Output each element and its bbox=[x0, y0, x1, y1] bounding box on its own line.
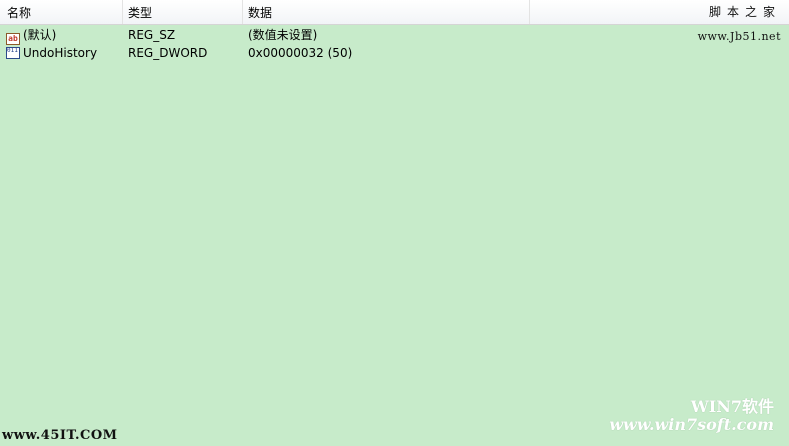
column-header-type[interactable]: 类型 bbox=[123, 0, 243, 24]
value-type: REG_DWORD bbox=[128, 46, 208, 60]
value-data: 0x00000032 (50) bbox=[248, 46, 353, 60]
watermark-45it: www.45IT.COM bbox=[2, 428, 118, 443]
column-header-name[interactable]: 名称 bbox=[0, 0, 123, 24]
watermark-win7soft-url: www.win7soft.com bbox=[609, 415, 774, 434]
watermark-win7soft: WIN7软件 www.win7soft.com bbox=[609, 398, 774, 434]
value-name-cell: 011 110UndoHistory bbox=[6, 44, 97, 62]
registry-value-row[interactable]: 011 110UndoHistory REG_DWORD 0x00000032 … bbox=[0, 44, 789, 62]
value-data: (数值未设置) bbox=[248, 28, 318, 42]
value-type: REG_SZ bbox=[128, 28, 176, 42]
column-header-data[interactable]: 数据 bbox=[243, 0, 530, 24]
registry-value-list: ab(默认) REG_SZ (数值未设置) 011 110UndoHistory… bbox=[0, 26, 789, 62]
watermark-jb51-title: 脚本之家 bbox=[708, 5, 781, 19]
column-header-bar: 名称 类型 数据 bbox=[0, 0, 789, 25]
value-name: UndoHistory bbox=[23, 46, 98, 60]
registry-value-row[interactable]: ab (默认) REG_SZ (数值未设置) bbox=[0, 26, 789, 45]
watermark-win7soft-title: WIN7软件 bbox=[690, 397, 774, 416]
value-name: (默认) bbox=[23, 28, 57, 42]
binary-value-icon: 011 110 bbox=[6, 47, 20, 59]
value-name-cell: ab (默认) bbox=[6, 26, 56, 45]
